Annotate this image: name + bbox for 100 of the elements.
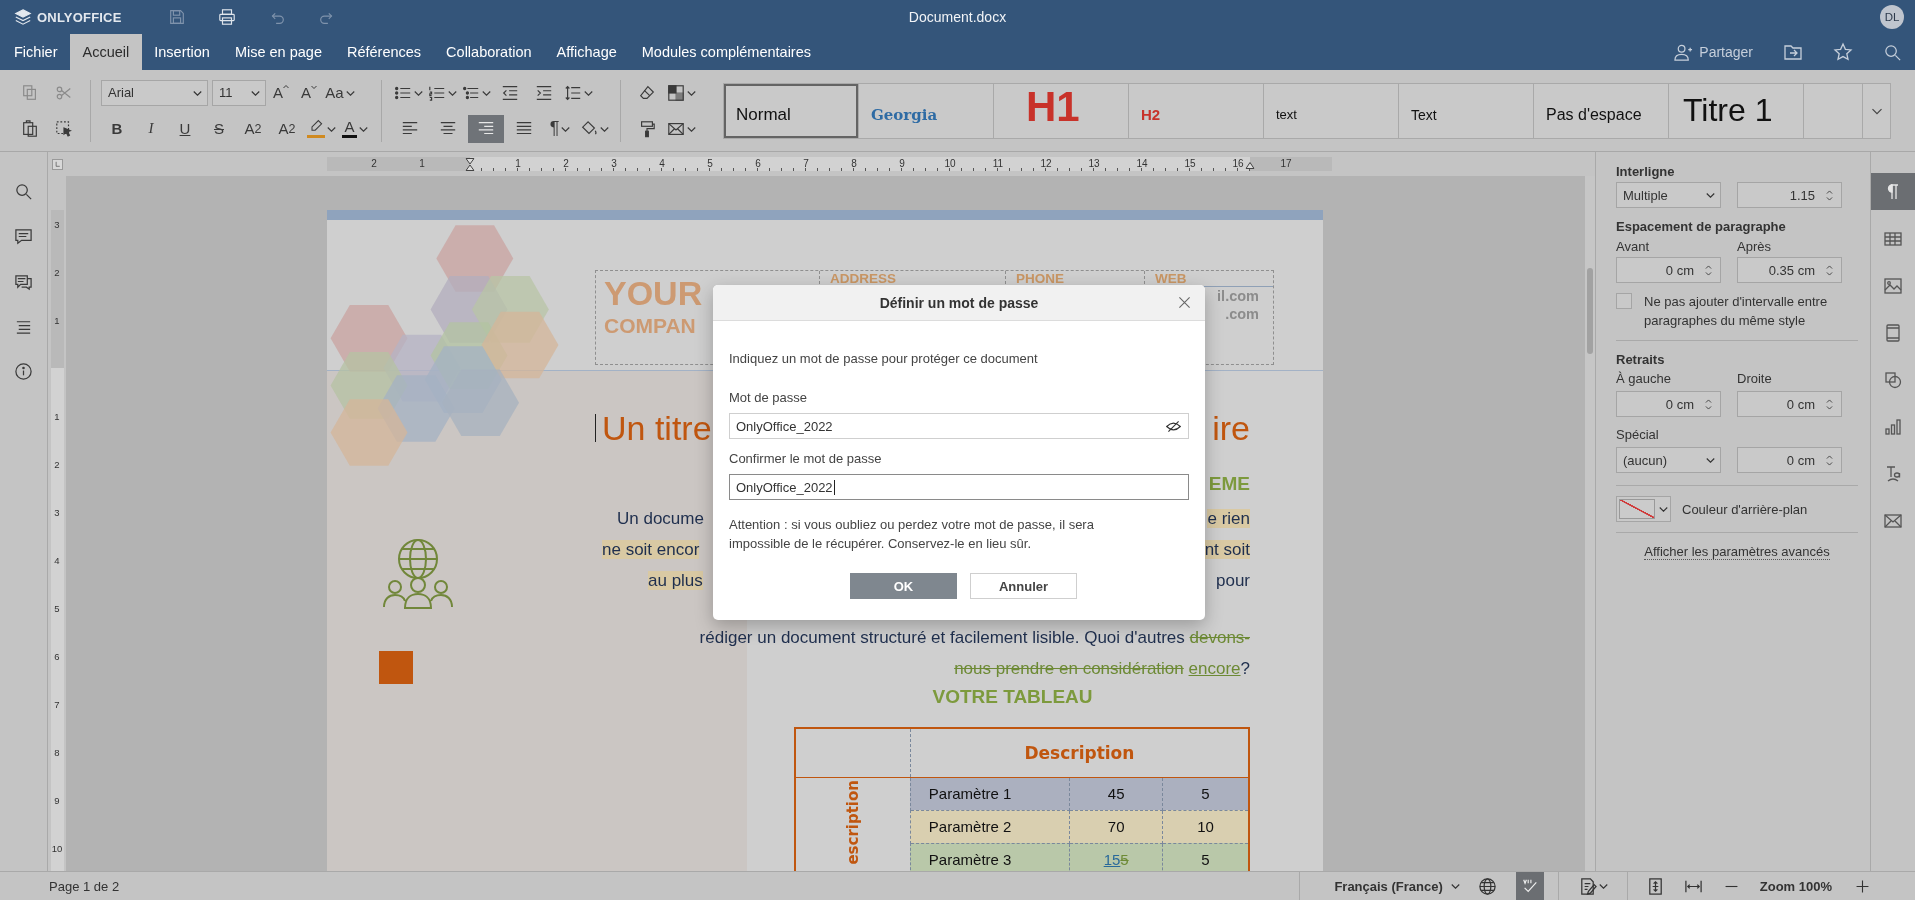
font-family-dropdown[interactable]: Arial bbox=[101, 79, 208, 106]
table-cell: Paramètre 2 bbox=[910, 810, 1070, 843]
style-preview[interactable]: text bbox=[1264, 83, 1399, 138]
settings-tab[interactable] bbox=[1871, 173, 1915, 210]
color-picker-button[interactable] bbox=[1616, 496, 1671, 522]
caret-icon[interactable] bbox=[413, 89, 423, 96]
caret-icon[interactable] bbox=[345, 89, 355, 96]
menu-tab[interactable]: Références bbox=[334, 34, 434, 70]
strikethrough-button[interactable]: S bbox=[203, 114, 235, 143]
formatting-marks-button[interactable]: ¶ bbox=[544, 114, 576, 143]
caret-icon[interactable] bbox=[1659, 506, 1668, 512]
menu-tab[interactable]: Modules complémentaires bbox=[629, 34, 824, 70]
caret-icon[interactable] bbox=[686, 125, 696, 132]
font-size-dropdown[interactable]: 11 bbox=[212, 79, 266, 106]
add-user-icon[interactable] bbox=[1674, 42, 1694, 62]
comment-icon[interactable] bbox=[14, 227, 33, 246]
menu-tab[interactable]: Fichier bbox=[0, 34, 70, 70]
italic-button[interactable]: I bbox=[135, 114, 167, 143]
menu-tab[interactable]: Mise en page bbox=[222, 34, 335, 70]
ruler-number: 4 bbox=[53, 554, 61, 566]
paint-roller-icon[interactable] bbox=[638, 119, 656, 138]
user-avatar[interactable]: DL bbox=[1880, 5, 1904, 29]
ruler-number: 9 bbox=[53, 794, 61, 806]
comments-icon[interactable] bbox=[14, 272, 33, 291]
search-icon[interactable] bbox=[14, 182, 33, 201]
indent-marker-icon[interactable] bbox=[465, 158, 475, 171]
search-icon[interactable] bbox=[1883, 42, 1902, 62]
caret-icon[interactable] bbox=[686, 89, 696, 96]
globe-icon[interactable] bbox=[1478, 876, 1498, 896]
save-icon[interactable] bbox=[168, 8, 186, 26]
select-all-icon[interactable] bbox=[55, 119, 73, 138]
fill-pattern-icon[interactable] bbox=[666, 83, 685, 102]
caret-icon[interactable] bbox=[358, 125, 368, 132]
bold-button[interactable]: B bbox=[101, 114, 133, 143]
ruler-number: 14 bbox=[1136, 157, 1148, 171]
style-preview[interactable]: Text bbox=[1399, 83, 1534, 138]
caret-icon[interactable] bbox=[561, 125, 571, 132]
ruler-number: 8 bbox=[851, 157, 857, 171]
caret-icon[interactable] bbox=[1706, 457, 1715, 463]
ruler-number: 10 bbox=[50, 842, 64, 854]
print-icon[interactable] bbox=[218, 8, 236, 26]
spin-field[interactable]: 0.35 cm bbox=[1737, 257, 1842, 283]
ok-button[interactable]: OK bbox=[850, 573, 957, 599]
text-fragment: Un docume bbox=[616, 508, 704, 529]
special-indent-dropdown[interactable]: (aucun) bbox=[1616, 447, 1721, 473]
menu-tab[interactable]: Insertion bbox=[141, 34, 223, 70]
spin-field[interactable]: 1.15 bbox=[1737, 182, 1842, 208]
menu-tab[interactable]: Affichage bbox=[544, 34, 630, 70]
font-color-button[interactable]: A bbox=[339, 114, 371, 143]
caret-down-icon bbox=[311, 84, 317, 89]
advanced-settings-link[interactable]: Afficher les paramètres avancés bbox=[1644, 544, 1830, 560]
caret-icon[interactable] bbox=[583, 89, 593, 96]
language-selector[interactable]: Français (France) bbox=[1334, 878, 1460, 894]
text-fragment: e rien bbox=[1207, 508, 1250, 529]
increase-indent-icon[interactable] bbox=[535, 83, 553, 102]
section-title: Espacement de paragraphe bbox=[1616, 219, 1787, 235]
menu-tab[interactable]: Accueil bbox=[70, 34, 142, 70]
info-icon[interactable] bbox=[14, 362, 33, 381]
field-label: À gauche bbox=[1616, 371, 1672, 387]
style-preview[interactable]: Normal bbox=[724, 83, 859, 138]
line-spacing-icon[interactable] bbox=[563, 83, 582, 102]
scrollbar[interactable] bbox=[1587, 268, 1593, 354]
underline-button[interactable]: U bbox=[169, 114, 201, 143]
decrease-indent-icon[interactable] bbox=[501, 83, 519, 102]
folder-icon[interactable] bbox=[1783, 42, 1803, 62]
align-right-button[interactable] bbox=[468, 114, 504, 143]
caret-icon[interactable] bbox=[1450, 883, 1460, 889]
spin-field[interactable]: 0 cm bbox=[1616, 391, 1721, 417]
eraser-icon[interactable] bbox=[638, 83, 656, 102]
checkbox[interactable] bbox=[1616, 293, 1632, 309]
field-label: Avant bbox=[1616, 239, 1650, 255]
style-preview[interactable]: Pas d'espace bbox=[1534, 83, 1669, 138]
caret-icon[interactable] bbox=[1706, 192, 1715, 198]
password-field[interactable]: OnlyOffice_2022 bbox=[729, 413, 1189, 439]
decrease-font-button[interactable]: A bbox=[296, 78, 322, 107]
caret-icon[interactable] bbox=[447, 89, 457, 96]
spin-field[interactable]: 0 cm bbox=[1737, 447, 1842, 473]
caret-icon[interactable] bbox=[481, 89, 491, 96]
field-label: Après bbox=[1737, 239, 1772, 255]
share-button[interactable]: Partager bbox=[1674, 42, 1753, 62]
caret-icon[interactable] bbox=[599, 125, 609, 132]
spin-field[interactable]: 0 cm bbox=[1737, 391, 1842, 417]
increase-font-button[interactable]: A bbox=[268, 78, 294, 107]
menu-tab[interactable]: Collaboration bbox=[433, 34, 545, 70]
cancel-button[interactable]: Annuler bbox=[970, 573, 1077, 599]
indent-marker-icon[interactable] bbox=[1245, 162, 1255, 169]
style-preview[interactable]: Titre 1 bbox=[1669, 83, 1804, 138]
spin-field[interactable]: 0 cm bbox=[1616, 257, 1721, 283]
caret-icon[interactable] bbox=[1598, 883, 1608, 889]
password-field[interactable]: OnlyOffice_2022 bbox=[729, 474, 1189, 500]
shapes-icon bbox=[1883, 369, 1903, 390]
caret-icon[interactable] bbox=[193, 89, 202, 96]
spellcheck-button[interactable] bbox=[1515, 872, 1544, 900]
caret-icon[interactable] bbox=[251, 89, 260, 96]
caret-icon[interactable] bbox=[326, 125, 336, 132]
paste-icon[interactable] bbox=[21, 119, 39, 138]
close-icon[interactable] bbox=[1176, 294, 1193, 311]
change-case-button[interactable]: Aa bbox=[324, 78, 356, 107]
line-spacing-dropdown[interactable]: Multiple bbox=[1616, 182, 1721, 208]
star-icon[interactable] bbox=[1833, 42, 1853, 62]
